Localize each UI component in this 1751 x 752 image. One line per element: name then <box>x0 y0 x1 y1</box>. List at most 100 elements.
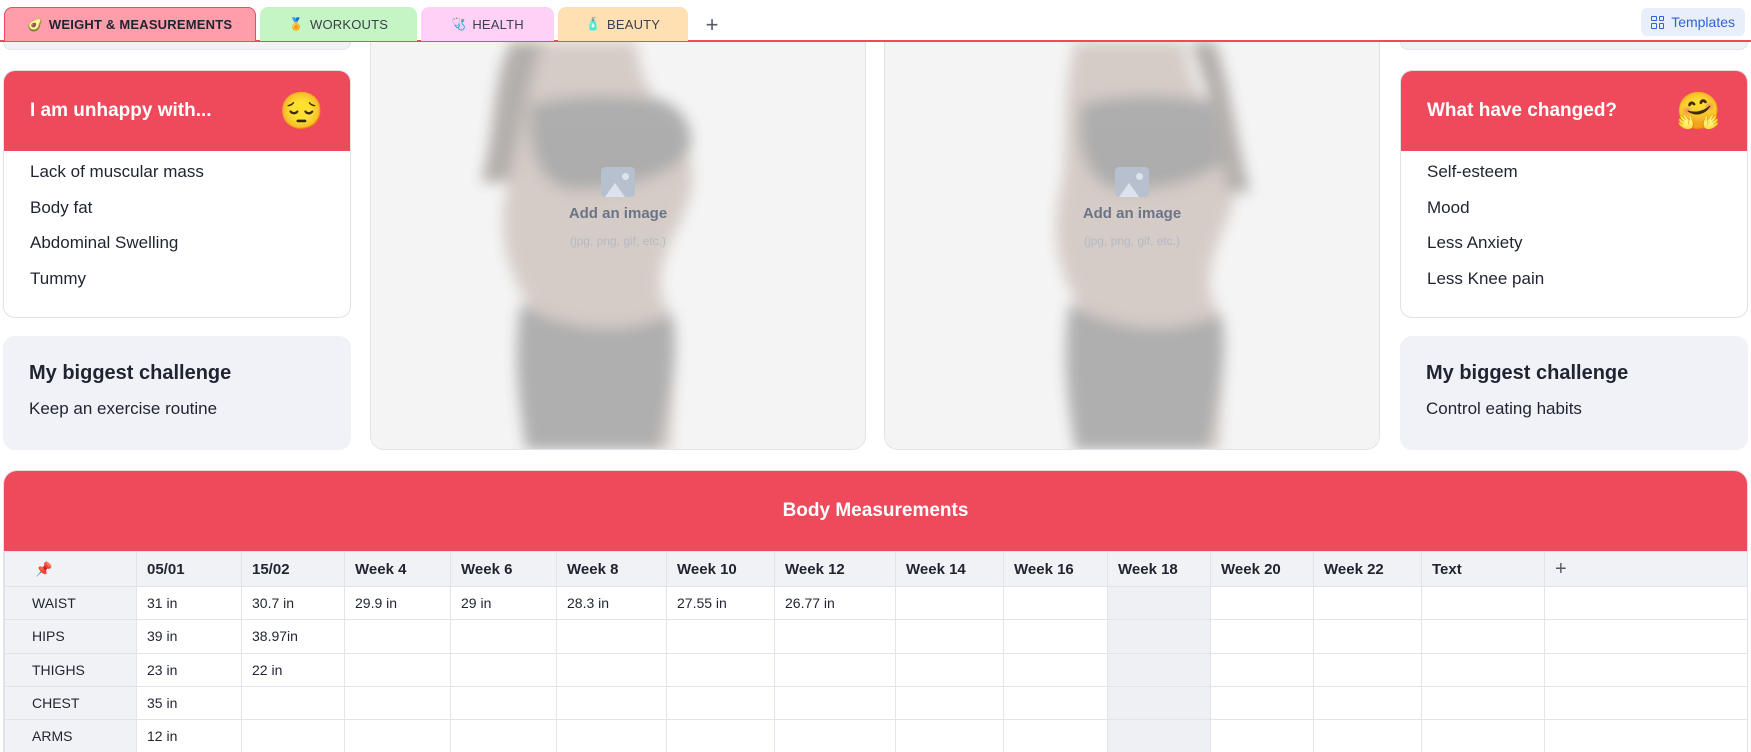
table-cell[interactable] <box>1421 585 1545 621</box>
table-cell[interactable] <box>1544 619 1747 654</box>
table-cell[interactable] <box>895 685 1004 721</box>
column-header[interactable]: Week 8 <box>556 551 667 587</box>
table-cell[interactable] <box>450 619 557 654</box>
column-header[interactable]: Week 14 <box>895 551 1004 587</box>
after-photo[interactable]: Add an image (jpg, png, gif, etc.) <box>884 42 1380 450</box>
column-header[interactable]: Week 20 <box>1210 551 1314 587</box>
tab-health[interactable]: 🩺 HEALTH <box>421 7 554 41</box>
table-cell[interactable] <box>1107 719 1211 752</box>
list-item[interactable]: Abdominal Swelling <box>30 228 324 264</box>
table-cell[interactable] <box>666 652 775 687</box>
table-cell[interactable] <box>666 619 775 654</box>
table-cell[interactable] <box>1313 585 1422 621</box>
list-item[interactable]: Mood <box>1427 193 1721 229</box>
table-cell[interactable]: 28.3 in <box>556 585 667 621</box>
table-cell[interactable]: 31 in <box>136 585 242 621</box>
challenge-text[interactable]: Keep an exercise routine <box>29 399 325 419</box>
table-cell[interactable] <box>1003 685 1108 721</box>
table-cell[interactable] <box>1544 719 1747 752</box>
table-cell[interactable]: 35 in <box>136 685 242 721</box>
table-cell[interactable] <box>556 619 667 654</box>
add-image-button[interactable]: Add an image (jpg, png, gif, etc.) <box>885 167 1379 248</box>
list-item[interactable]: Self-esteem <box>1427 157 1721 193</box>
table-cell[interactable] <box>450 719 557 752</box>
table-cell[interactable] <box>895 719 1004 752</box>
before-photo[interactable]: Add an image (jpg, png, gif, etc.) <box>370 42 866 450</box>
table-cell[interactable] <box>241 685 345 721</box>
column-header[interactable]: Week 10 <box>666 551 775 587</box>
table-cell[interactable] <box>1544 652 1747 687</box>
table-cell[interactable] <box>556 719 667 752</box>
table-cell[interactable] <box>1421 685 1545 721</box>
table-cell[interactable] <box>450 652 557 687</box>
table-cell[interactable] <box>895 619 1004 654</box>
table-cell[interactable] <box>1107 585 1211 621</box>
table-cell[interactable] <box>1107 652 1211 687</box>
column-header[interactable]: Week 18 <box>1107 551 1211 587</box>
table-cell[interactable] <box>1421 719 1545 752</box>
table-cell[interactable] <box>666 719 775 752</box>
table-cell[interactable] <box>450 685 557 721</box>
table-cell[interactable] <box>344 719 451 752</box>
list-item[interactable]: Body fat <box>30 193 324 229</box>
table-cell[interactable]: 29.9 in <box>344 585 451 621</box>
table-cell[interactable]: 38.97in <box>241 619 345 654</box>
tab-workouts[interactable]: 🏅 WORKOUTS <box>260 7 417 41</box>
table-cell[interactable]: 12 in <box>136 719 242 752</box>
table-cell[interactable]: 27.55 in <box>666 585 775 621</box>
tab-weight-measurements[interactable]: 🥑 WEIGHT & MEASUREMENTS <box>4 7 256 41</box>
table-cell[interactable] <box>1107 619 1211 654</box>
table-cell[interactable]: 30.7 in <box>241 585 345 621</box>
column-header[interactable]: Week 22 <box>1313 551 1422 587</box>
table-cell[interactable] <box>1003 719 1108 752</box>
column-header[interactable]: 15/02 <box>241 551 345 587</box>
table-cell[interactable] <box>1313 619 1422 654</box>
table-cell[interactable] <box>1107 685 1211 721</box>
table-cell[interactable] <box>344 685 451 721</box>
table-cell[interactable] <box>895 585 1004 621</box>
table-cell[interactable]: 23 in <box>136 652 242 687</box>
templates-button[interactable]: Templates <box>1641 8 1745 36</box>
table-cell[interactable] <box>1210 652 1314 687</box>
table-cell[interactable] <box>344 619 451 654</box>
table-cell[interactable] <box>1003 619 1108 654</box>
list-item[interactable]: Lack of muscular mass <box>30 157 324 193</box>
column-header[interactable]: 05/01 <box>136 551 242 587</box>
table-cell[interactable] <box>241 719 345 752</box>
challenge-text[interactable]: Control eating habits <box>1426 399 1722 419</box>
table-cell[interactable]: 26.77 in <box>774 585 896 621</box>
table-cell[interactable] <box>1210 719 1314 752</box>
table-cell[interactable] <box>1210 619 1314 654</box>
table-cell[interactable] <box>774 685 896 721</box>
table-cell[interactable] <box>556 652 667 687</box>
table-cell[interactable] <box>1313 652 1422 687</box>
list-item[interactable]: Less Anxiety <box>1427 228 1721 264</box>
table-cell[interactable] <box>1210 685 1314 721</box>
table-cell[interactable] <box>344 652 451 687</box>
column-header[interactable]: Week 6 <box>450 551 557 587</box>
add-column-button[interactable]: + <box>1544 551 1747 587</box>
table-cell[interactable] <box>1210 585 1314 621</box>
table-cell[interactable] <box>895 652 1004 687</box>
table-cell[interactable] <box>1313 719 1422 752</box>
add-image-button[interactable]: Add an image (jpg, png, gif, etc.) <box>371 167 865 248</box>
table-cell[interactable] <box>666 685 775 721</box>
list-item[interactable]: Tummy <box>30 264 324 300</box>
table-cell[interactable] <box>1003 585 1108 621</box>
table-cell[interactable] <box>1421 652 1545 687</box>
table-cell[interactable] <box>774 619 896 654</box>
table-cell[interactable] <box>1544 685 1747 721</box>
column-header[interactable]: Week 4 <box>344 551 451 587</box>
column-header[interactable]: Week 16 <box>1003 551 1108 587</box>
column-header[interactable]: Week 12 <box>774 551 896 587</box>
table-cell[interactable] <box>774 652 896 687</box>
column-header[interactable]: Text <box>1421 551 1545 587</box>
list-item[interactable]: Less Knee pain <box>1427 264 1721 300</box>
table-cell[interactable] <box>1313 685 1422 721</box>
table-cell[interactable] <box>1003 652 1108 687</box>
table-cell[interactable]: 39 in <box>136 619 242 654</box>
table-cell[interactable]: 29 in <box>450 585 557 621</box>
table-cell[interactable] <box>774 719 896 752</box>
table-cell[interactable] <box>1421 619 1545 654</box>
table-cell[interactable] <box>556 685 667 721</box>
